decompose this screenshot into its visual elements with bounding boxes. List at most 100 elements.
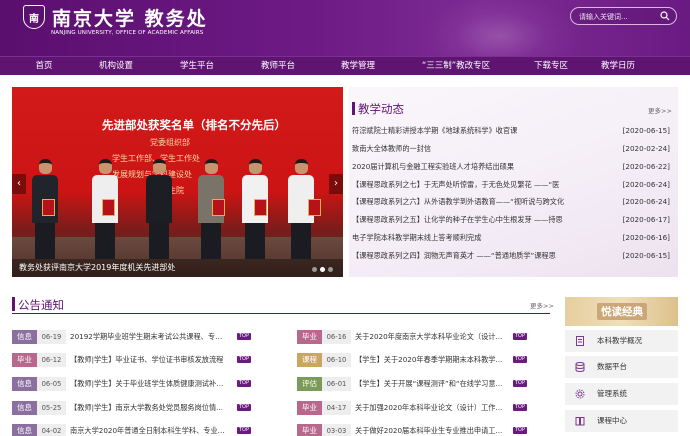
category-tag: 评估: [297, 377, 322, 391]
announcement-date: 05-25: [37, 401, 66, 415]
news-title[interactable]: 符淙斌院士精彩讲授本学期《地球系统科学》收官课: [352, 126, 587, 136]
news-item[interactable]: 【课程思政系列之四】润物无声育英才 ——“普通地质学”课程思 [2020-06-1…: [352, 251, 670, 264]
header-decoration: [420, 0, 580, 56]
site-title[interactable]: 南京大学 教务处: [52, 4, 208, 31]
news-title[interactable]: 【课程思政系列之四】润物无声育英才 ——“普通地质学”课程思: [352, 251, 587, 261]
news-item[interactable]: 电子学院本科教学期末线上答考顺利完成 [2020-06-16]: [352, 233, 670, 246]
announcement-date: 03-03: [322, 424, 351, 436]
carousel-caption[interactable]: 教务处获评南京大学2019年度机关先进部处: [12, 259, 343, 277]
category-tag: 毕业: [297, 424, 322, 436]
announcement-item[interactable]: 信息 06-19 20192学期毕业班学生期末考试公共课程、专业... TOP: [12, 330, 257, 344]
announcement-title[interactable]: 20192学期毕业班学生期末考试公共课程、专业...: [70, 330, 225, 344]
announcement-title[interactable]: 【教师|学生】毕业证书、学位证书审核发放流程: [70, 353, 225, 367]
announcement-item[interactable]: 评估 06-01 【学生】关于开展“课程测评”和“在线学习意... TOP: [297, 377, 542, 391]
category-tag: 信息: [12, 330, 37, 344]
news-title[interactable]: 【课程思政系列之五】让化学的种子在学生心中生根发芽 ——持思: [352, 215, 587, 225]
news-title[interactable]: 【课程思政系列之七】于无声处听惊雷，于无色处见繁花 ——“医: [352, 180, 587, 190]
news-item[interactable]: 2020届计算机与金融工程实验班人才培养结出硕果 [2020-06-22]: [352, 162, 670, 175]
announcement-date: 06-05: [37, 377, 66, 391]
news-item[interactable]: 【课程思政系列之六】从外语教学到外语教育——“视听说与跨文化 [2020-06-2…: [352, 197, 670, 210]
announcement-title[interactable]: 关于加强2020年本科毕业论文（设计）工作...: [355, 401, 510, 415]
announcement-title[interactable]: 【教师|学生】关于毕业班学生体质健康测试补测的...: [70, 377, 225, 391]
sidebar-item-teaching-overview[interactable]: 本科教学概况: [565, 330, 678, 352]
carousel-prev-button[interactable]: ‹: [12, 174, 26, 194]
nav-teaching-management[interactable]: 教学管理: [334, 57, 382, 76]
announcements-more-link[interactable]: 更多>>: [530, 300, 554, 310]
announcement-date: 04-02: [37, 424, 66, 436]
sidebar-item-label: 数据平台: [597, 362, 627, 371]
award-person: [288, 159, 321, 259]
announcement-date: 06-16: [322, 330, 351, 344]
section-divider: [12, 313, 550, 314]
announcements-section-title: 公告通知: [18, 298, 64, 312]
news-date: [2020-06-16]: [622, 233, 670, 242]
sidebar-item-course-center[interactable]: 课程中心: [565, 410, 678, 432]
announcement-date: 06-01: [322, 377, 351, 391]
category-tag: 毕业: [297, 401, 322, 415]
section-bar: [352, 102, 355, 115]
carousel-next-button[interactable]: ›: [329, 174, 343, 194]
site-header: 南 南京大学 教务处 NANJING UNIVERSITY, OFFICE OF…: [0, 0, 690, 56]
university-emblem-icon[interactable]: 南: [23, 5, 45, 29]
news-title[interactable]: 致南大全体教师的一封信: [352, 144, 587, 154]
news-date: [2020-06-17]: [622, 215, 670, 224]
sidebar-item-data-platform[interactable]: 数据平台: [565, 356, 678, 378]
announcement-date: 06-10: [322, 353, 351, 367]
news-title[interactable]: 2020届计算机与金融工程实验班人才培养结出硕果: [352, 162, 587, 172]
carousel-dot[interactable]: [328, 267, 333, 272]
announcement-item[interactable]: 信息 06-05 【教师|学生】关于毕业班学生体质健康测试补测的... TOP: [12, 377, 257, 391]
nav-reform-zone[interactable]: “三三制”教改专区: [416, 57, 496, 76]
top-badge: TOP: [513, 380, 528, 387]
news-title[interactable]: 【课程思政系列之六】从外语教学到外语教育——“视听说与跨文化: [352, 197, 587, 207]
search-input[interactable]: [579, 11, 659, 22]
sidebar-item-label: 课程中心: [597, 416, 627, 425]
announcement-title[interactable]: 南京大学2020年普通全日制本科生学科、专业...: [70, 424, 225, 436]
announcement-title[interactable]: 【教师|学生】南京大学教务处党员服务岗位情...: [70, 401, 225, 415]
sidebar-item-label: 管理系统: [597, 389, 627, 398]
news-more-link[interactable]: 更多>>: [648, 105, 672, 115]
announcement-title[interactable]: 【学生】关于开展“课程测评”和“在线学习意...: [355, 377, 510, 391]
reading-classics-banner[interactable]: 悦读经典: [565, 297, 678, 326]
news-item[interactable]: 符淙斌院士精彩讲授本学期《地球系统科学》收官课 [2020-06-15]: [352, 126, 670, 139]
top-badge: TOP: [237, 356, 252, 363]
nav-student-platform[interactable]: 学生平台: [173, 57, 221, 76]
sidebar-item-management-system[interactable]: 管理系统: [565, 383, 678, 405]
top-badge: TOP: [513, 356, 528, 363]
announcement-title[interactable]: 关于2020年度南京大学本科毕业论文（设计...: [355, 330, 510, 344]
announcement-title[interactable]: 关于做好2020届本科毕业生专业推出申请工...: [355, 424, 510, 436]
caption-text[interactable]: 教务处获评南京大学2019年度机关先进部处: [19, 262, 175, 273]
award-person: [242, 159, 268, 259]
announcement-item[interactable]: 毕业 06-16 关于2020年度南京大学本科毕业论文（设计... TOP: [297, 330, 542, 344]
announcement-item[interactable]: 信息 05-25 【教师|学生】南京大学教务处党员服务岗位情... TOP: [12, 401, 257, 415]
nav-organization[interactable]: 机构设置: [92, 57, 140, 76]
top-badge: TOP: [513, 333, 528, 340]
announcement-item[interactable]: 毕业 06-12 【教师|学生】毕业证书、学位证书审核发放流程 TOP: [12, 353, 257, 367]
news-title[interactable]: 电子学院本科教学期末线上答考顺利完成: [352, 233, 587, 243]
news-item[interactable]: 致南大全体教师的一封信 [2020-02-24]: [352, 144, 670, 157]
news-carousel[interactable]: 先进部处获奖名单（排名不分先后） 党委组织部 学生工作部、学生工作处 发展规划与…: [12, 87, 343, 277]
nav-download-zone[interactable]: 下载专区: [527, 57, 575, 76]
top-badge: TOP: [237, 427, 252, 434]
search-icon[interactable]: [660, 11, 670, 21]
announcement-item[interactable]: 课程 06-10 【学生】关于2020年春季学期期末本科教学... TOP: [297, 353, 542, 367]
news-item[interactable]: 【课程思政系列之五】让化学的种子在学生心中生根发芽 ——持思 [2020-06-1…: [352, 215, 670, 228]
reading-classics-label[interactable]: 悦读经典: [597, 303, 647, 320]
announcement-item[interactable]: 毕业 03-03 关于做好2020届本科毕业生专业推出申请工... TOP: [297, 424, 542, 436]
news-item[interactable]: 【课程思政系列之七】于无声处听惊雷，于无色处见繁花 ——“医 [2020-06-2…: [352, 180, 670, 193]
award-person: [146, 159, 172, 259]
carousel-indicators: [312, 267, 333, 272]
nav-home[interactable]: 首页: [24, 57, 64, 76]
nav-teacher-platform[interactable]: 教师平台: [254, 57, 302, 76]
carousel-dot[interactable]: [312, 267, 317, 272]
banner-line: 党委组织部: [150, 138, 190, 147]
announcement-date: 04-17: [322, 401, 351, 415]
announcement-item[interactable]: 信息 04-02 南京大学2020年普通全日制本科生学科、专业... TOP: [12, 424, 257, 436]
announcement-item[interactable]: 毕业 04-17 关于加强2020年本科毕业论文（设计）工作... TOP: [297, 401, 542, 415]
carousel-dot[interactable]: [320, 267, 325, 272]
announcement-title[interactable]: 【学生】关于2020年春季学期期末本科教学...: [355, 353, 510, 367]
sidebar-item-label: 本科教学概况: [597, 336, 642, 345]
award-person: [32, 159, 58, 259]
database-icon: [575, 362, 585, 372]
nav-calendar[interactable]: 教学日历: [594, 57, 642, 76]
category-tag: 信息: [12, 377, 37, 391]
